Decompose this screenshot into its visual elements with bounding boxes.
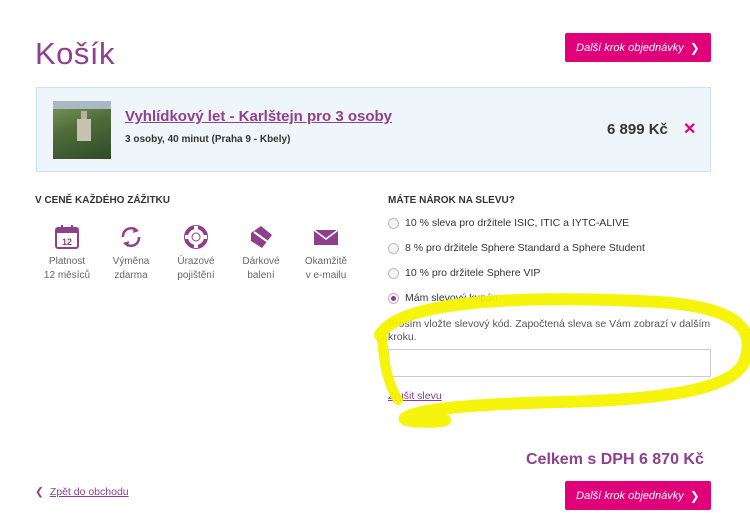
benefit-validity: 12 Platnost 12 měsíců [37,223,97,283]
next-step-label: Další krok objednávky [576,41,684,54]
radio-button-selected[interactable] [388,292,399,304]
discount-option-isic[interactable]: 10 % sleva pro držitele ISIC, ITIC a IYT… [388,217,629,229]
radio-button[interactable] [388,242,399,254]
coupon-code-input[interactable] [388,349,711,377]
next-step-label: Další krok objednávky [576,489,684,502]
envelope-icon [313,229,339,245]
calendar-number: 12 [62,237,72,247]
lifebuoy-icon [184,225,208,249]
page-title: Košík [35,36,116,71]
gift-box-icon [251,226,272,248]
product-title-link[interactable]: Vyhlídkový let - Karlštejn pro 3 osoby [125,108,392,125]
product-price: 6 899 Kč [607,121,668,138]
chevron-right-icon: ❯ [689,488,700,503]
next-step-button-top[interactable]: Další krok objednávky ❯ [565,33,711,62]
coupon-hint: Prosím vložte slevový kód. Započtená sle… [388,318,711,343]
discount-option-coupon[interactable]: Mám slevový kupón [388,292,498,304]
cart-item: Vyhlídkový let - Karlštejn pro 3 osoby 3… [36,87,711,172]
discount-option-sphere-standard[interactable]: 8 % pro držitele Sphere Standard a Spher… [388,242,645,254]
product-details: 3 osoby, 40 minut (Praha 9 - Kbely) [125,134,291,145]
benefit-gift-wrap: Dárkové balení [231,223,291,283]
product-thumbnail[interactable] [53,101,111,159]
benefit-insurance: Úrazové pojištění [166,223,226,283]
radio-button[interactable] [388,217,399,229]
cancel-discount-link[interactable]: Zrušit slevu [388,390,442,402]
order-total: Celkem s DPH 6 870 Kč [526,451,704,468]
chevron-right-icon: ❯ [689,40,700,55]
benefit-instant-email: Okamžitě v e-mailu [296,223,356,283]
back-to-shop-label: Zpět do obchodu [49,486,129,498]
benefits-heading: V CENĚ KAŽDÉHO ZÁŽITKU [35,195,170,206]
calendar-icon: 12 [55,225,79,249]
next-step-button-bottom[interactable]: Další krok objednávky ❯ [565,481,711,510]
remove-item-icon[interactable]: ✕ [683,119,696,139]
radio-button[interactable] [388,267,399,279]
chevron-left-icon: ❮ [35,486,44,498]
back-to-shop-link[interactable]: ❮ Zpět do obchodu [35,486,129,498]
discount-heading: MÁTE NÁROK NA SLEVU? [388,195,515,206]
discount-option-sphere-vip[interactable]: 10 % pro držitele Sphere VIP [388,267,540,279]
benefit-exchange: Výměna zdarma [101,223,161,283]
exchange-icon [121,227,141,247]
